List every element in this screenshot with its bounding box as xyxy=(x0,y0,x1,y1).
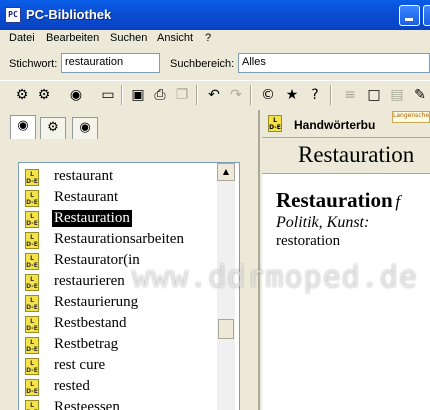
publisher-logo: Langenscheidt xyxy=(392,111,430,123)
toolbar-separator xyxy=(121,85,123,105)
dictionary-header: LD-E Handwörterbu Langenscheidt xyxy=(262,110,430,138)
entry-domain: Politik, Kunst: xyxy=(276,214,370,231)
list-item-word: Restbestand xyxy=(54,315,127,331)
menu-datei[interactable]: Datei xyxy=(9,32,35,44)
list-item[interactable]: LD-E Resteessen xyxy=(19,398,219,410)
list-item[interactable]: L D-E Restauration xyxy=(19,209,219,230)
menu-bearbeiten[interactable]: Bearbeiten xyxy=(46,32,99,44)
list-item[interactable]: L D-E Restbestand xyxy=(19,314,219,335)
page-icon[interactable]: □ xyxy=(364,85,384,105)
dictionary-icon: LD-E xyxy=(25,379,39,396)
book-icon[interactable]: ◉ xyxy=(72,117,98,139)
dictionary-icon: LD-E xyxy=(25,400,39,410)
list-item-word: Restaurant xyxy=(54,189,119,205)
title-bar: PC PC-Bibliothek xyxy=(0,0,430,30)
copyright-icon[interactable]: © xyxy=(258,85,278,105)
search-area-select[interactable]: Alles xyxy=(238,53,430,73)
list-item-word: rested xyxy=(54,378,90,394)
menu-help[interactable]: ? xyxy=(205,32,211,44)
toolbar-separator xyxy=(196,85,198,105)
dictionary-icon: LD-E xyxy=(25,337,39,354)
list-item-word: Restaurierung xyxy=(54,294,139,310)
list-item-word: Restaurator(in xyxy=(54,252,140,268)
keyword-input[interactable]: restauration xyxy=(61,53,160,73)
document-icon[interactable]: ▤ xyxy=(387,85,407,105)
dictionary-icon: LD-E xyxy=(268,115,282,132)
toolbar: ⚙ ⚙ ◉ ▭ ▣ ⎙ ❐ ↶ ↷ © ★ ? ≡ □ ▤ ✎ xyxy=(0,80,430,108)
dictionary-icon: LD-E xyxy=(25,190,39,207)
headword-title: Restauration xyxy=(298,142,415,167)
entry-headword: Restauration xyxy=(276,188,393,212)
edit-icon[interactable]: ✎ xyxy=(410,85,430,105)
help-icon[interactable]: ? xyxy=(305,85,325,105)
dictionary-icon: LD-E xyxy=(25,358,39,375)
print-icon[interactable]: ⎙ xyxy=(150,85,170,105)
list-item[interactable]: L D-E rested xyxy=(19,377,219,398)
dictionary-entry: Restauration f Politik, Kunst: restorati… xyxy=(276,188,430,250)
dictionary-name: Handwörterbu xyxy=(294,118,376,132)
entry-gender: f xyxy=(395,192,401,211)
book-icon[interactable]: ◉ xyxy=(66,85,86,105)
list-item-word: Resteessen xyxy=(54,399,120,410)
list-item-word: rest cure xyxy=(54,357,106,373)
eye-icon[interactable]: ◉ xyxy=(10,115,36,139)
list-item-word: restaurant xyxy=(54,168,114,184)
keyword-label: Stichwort: xyxy=(9,58,58,70)
search-row: Stichwort: restauration Suchbereich: All… xyxy=(0,50,430,77)
list-item-word: Restaurationsarbeiten xyxy=(54,231,184,247)
list-icon[interactable]: ≡ xyxy=(340,85,360,105)
forward-icon[interactable]: ↷ xyxy=(226,85,246,105)
copy-icon[interactable]: ❐ xyxy=(172,85,192,105)
menu-bar: Datei Bearbeiten Suchen Ansicht ? xyxy=(0,30,430,48)
window-title: PC-Bibliothek xyxy=(26,7,112,22)
copy-window-icon[interactable]: ▭ xyxy=(98,85,118,105)
entry-translation: restoration xyxy=(276,233,341,249)
dictionary-icon: LD-E xyxy=(25,232,39,249)
dictionary-icon: LD-E xyxy=(25,295,39,312)
list-item-word: Restbetrag xyxy=(54,336,119,352)
toolbar-separator xyxy=(330,85,332,105)
menu-suchen[interactable]: Suchen xyxy=(110,32,147,44)
bookmark-icon[interactable]: ★ xyxy=(282,85,302,105)
list-item-word: restaurieren xyxy=(54,273,125,289)
binoculars-search-icon[interactable]: ⚙ xyxy=(34,85,54,105)
back-icon[interactable]: ↶ xyxy=(204,85,224,105)
maximize-button[interactable] xyxy=(423,5,430,26)
menu-ansicht[interactable]: Ansicht xyxy=(157,32,193,44)
watermark: www.ddrmoped.de xyxy=(132,260,418,295)
dictionary-icon: LD-E xyxy=(25,274,39,291)
list-item[interactable]: L D-E Restaurationsarbeiten xyxy=(19,230,219,251)
app-logo-icon: PC xyxy=(5,7,21,23)
list-item-word: Restauration xyxy=(52,210,132,227)
scroll-up-icon[interactable]: ▲ xyxy=(217,163,235,181)
save-icon[interactable]: ▣ xyxy=(128,85,148,105)
binoculars-icon[interactable]: ⚙ xyxy=(12,85,32,105)
scroll-thumb[interactable] xyxy=(218,319,234,339)
search-area-label: Suchbereich: xyxy=(170,58,235,70)
headword-bar: Restauration xyxy=(262,138,430,174)
list-item[interactable]: L D-E Restaurant xyxy=(19,188,219,209)
dictionary-icon: LD-E xyxy=(25,211,39,228)
list-item[interactable]: L D-E rest cure xyxy=(19,356,219,377)
toolbar-separator xyxy=(250,85,252,105)
list-item[interactable]: L D-E Restbetrag xyxy=(19,335,219,356)
dictionary-icon: LD-E xyxy=(25,253,39,270)
minimize-button[interactable] xyxy=(399,5,420,26)
binoculars-icon[interactable]: ⚙ xyxy=(40,117,66,139)
dictionary-icon: LD-E xyxy=(25,316,39,333)
list-item[interactable]: L D-E restaurant xyxy=(19,167,219,188)
list-item[interactable]: L D-E Restaurierung xyxy=(19,293,219,314)
dictionary-icon: LD-E xyxy=(25,169,39,186)
